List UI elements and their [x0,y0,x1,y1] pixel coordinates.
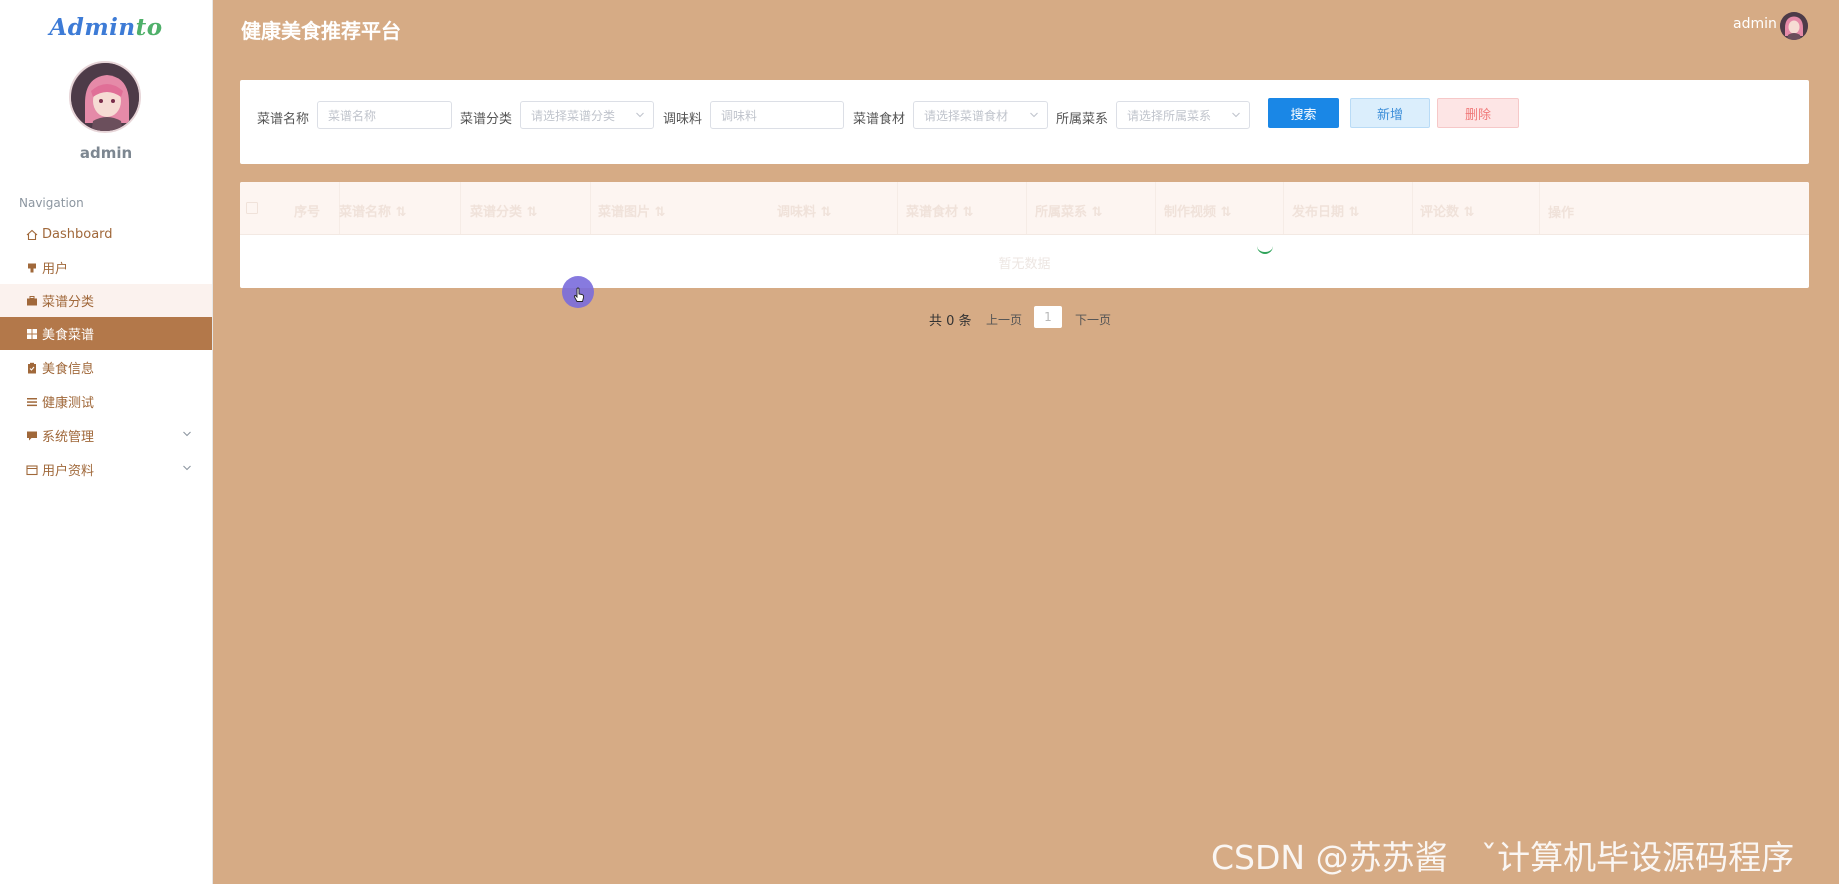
sidebar-username: admin [79,144,133,162]
recipe-category-select[interactable]: 请选择菜谱分类 [520,101,654,129]
pagination-page[interactable]: 1 [1034,306,1062,328]
grid-icon [26,328,38,340]
pagination-total: 共 0 条 [929,314,972,329]
recipe-name-input[interactable]: 菜谱名称 [317,101,452,129]
seasoning-placeholder: 调味料 [721,108,758,123]
chevron-down-icon [1029,109,1039,123]
recipe-ingredient-placeholder: 请选择菜谱食材 [924,108,1009,123]
sidebar-item-system[interactable]: 系统管理 [0,419,212,452]
column-header[interactable]: 菜谱名称 ⇅ [339,201,406,220]
search-button[interactable]: 搜索 [1268,98,1339,128]
column-header[interactable]: 所属菜系 ⇅ [1035,201,1102,220]
recipe-name-placeholder: 菜谱名称 [328,108,377,123]
column-header[interactable]: 序号 [294,201,320,220]
column-header[interactable]: 发布日期 ⇅ [1292,201,1359,220]
chevron-down-icon[interactable] [182,462,192,477]
cuisine-label: 所属菜系 [1056,112,1109,127]
nav-title: Navigation [19,196,84,210]
chevron-down-icon [1231,109,1241,123]
sidebar: Adminto admin Navigation Dashboard 用户 菜谱… [0,0,213,884]
seasoning-input[interactable]: 调味料 [710,101,844,129]
recipe-name-label: 菜谱名称 [257,112,310,127]
delete-button[interactable]: 删除 [1437,98,1519,128]
sidebar-item-label: 用户 [42,262,69,277]
seasoning-label: 调味料 [663,112,703,127]
column-header[interactable]: 菜谱分类 ⇅ [470,201,537,220]
avatar[interactable] [69,61,141,133]
home-icon [26,229,38,241]
hand-cursor-icon [573,287,585,307]
column-header[interactable]: 菜谱食材 ⇅ [906,201,973,220]
sidebar-item-label: 美食信息 [42,362,95,377]
page-title: 健康美食推荐平台 [241,19,401,43]
select-all-checkbox[interactable] [246,202,258,218]
sidebar-item-food-recipe[interactable]: 美食菜谱 [0,317,212,350]
table-header: 序号 菜谱名称 ⇅ 菜谱分类 ⇅ 菜谱图片 ⇅ 调味料 ⇅ 菜谱食材 ⇅ 所属菜… [240,182,1809,235]
sidebar-item-label: 健康测试 [42,396,95,411]
sidebar-item-food-info[interactable]: 美食信息 [0,351,212,384]
sidebar-item-label: 用户资料 [42,464,95,479]
column-header[interactable]: 制作视频 ⇅ [1164,201,1231,220]
card-icon [26,464,38,476]
recipe-category-placeholder: 请选择菜谱分类 [531,108,616,123]
recipe-category-label: 菜谱分类 [460,112,513,127]
cuisine-select[interactable]: 请选择所属菜系 [1116,101,1250,129]
sidebar-item-user-profile[interactable]: 用户资料 [0,453,212,486]
empty-text: 暂无数据 [998,257,1051,272]
briefcase-icon [26,295,38,307]
clipboard-icon [26,362,38,374]
sidebar-item-health-test[interactable]: 健康测试 [0,385,212,418]
pagination-next[interactable]: 下一页 [1075,311,1111,328]
chevron-down-icon [635,109,645,123]
list-icon [26,396,38,408]
header-username[interactable]: admin [1733,16,1777,32]
pagination-prev[interactable]: 上一页 [986,311,1022,328]
column-header[interactable]: 菜谱图片 ⇅ [598,201,665,220]
sidebar-item-dashboard[interactable]: Dashboard [0,218,212,251]
recipe-ingredient-select[interactable]: 请选择菜谱食材 [913,101,1048,129]
chevron-down-icon[interactable] [182,428,192,443]
add-button[interactable]: 新增 [1350,98,1430,128]
column-header[interactable]: 调味料 ⇅ [777,201,831,220]
column-header: 操作 [1548,206,1575,221]
recipe-ingredient-label: 菜谱食材 [853,112,906,127]
column-header[interactable]: 评论数 ⇅ [1420,201,1474,220]
sidebar-item-label: 菜谱分类 [42,295,95,310]
sidebar-item-recipe-category[interactable]: 菜谱分类 [0,284,212,317]
sidebar-item-label: 系统管理 [42,430,95,445]
sidebar-item-label: Dashboard [42,227,113,242]
user-icon [26,262,38,274]
sidebar-item-label: 美食菜谱 [42,328,95,343]
cuisine-placeholder: 请选择所属菜系 [1127,108,1212,123]
sidebar-item-user[interactable]: 用户 [0,251,212,284]
header-avatar[interactable] [1780,12,1808,40]
search-panel: 菜谱名称 菜谱名称 菜谱分类 请选择菜谱分类 调味料 调味料 菜谱食材 请选择菜… [240,80,1809,164]
app-logo[interactable]: Adminto [0,14,212,41]
watermark-text: CSDN @苏苏酱 ˇ计算机毕设源码程序 [1211,838,1795,877]
chat-icon [26,430,38,442]
recipe-table: 序号 菜谱名称 ⇅ 菜谱分类 ⇅ 菜谱图片 ⇅ 调味料 ⇅ 菜谱食材 ⇅ 所属菜… [240,182,1809,288]
